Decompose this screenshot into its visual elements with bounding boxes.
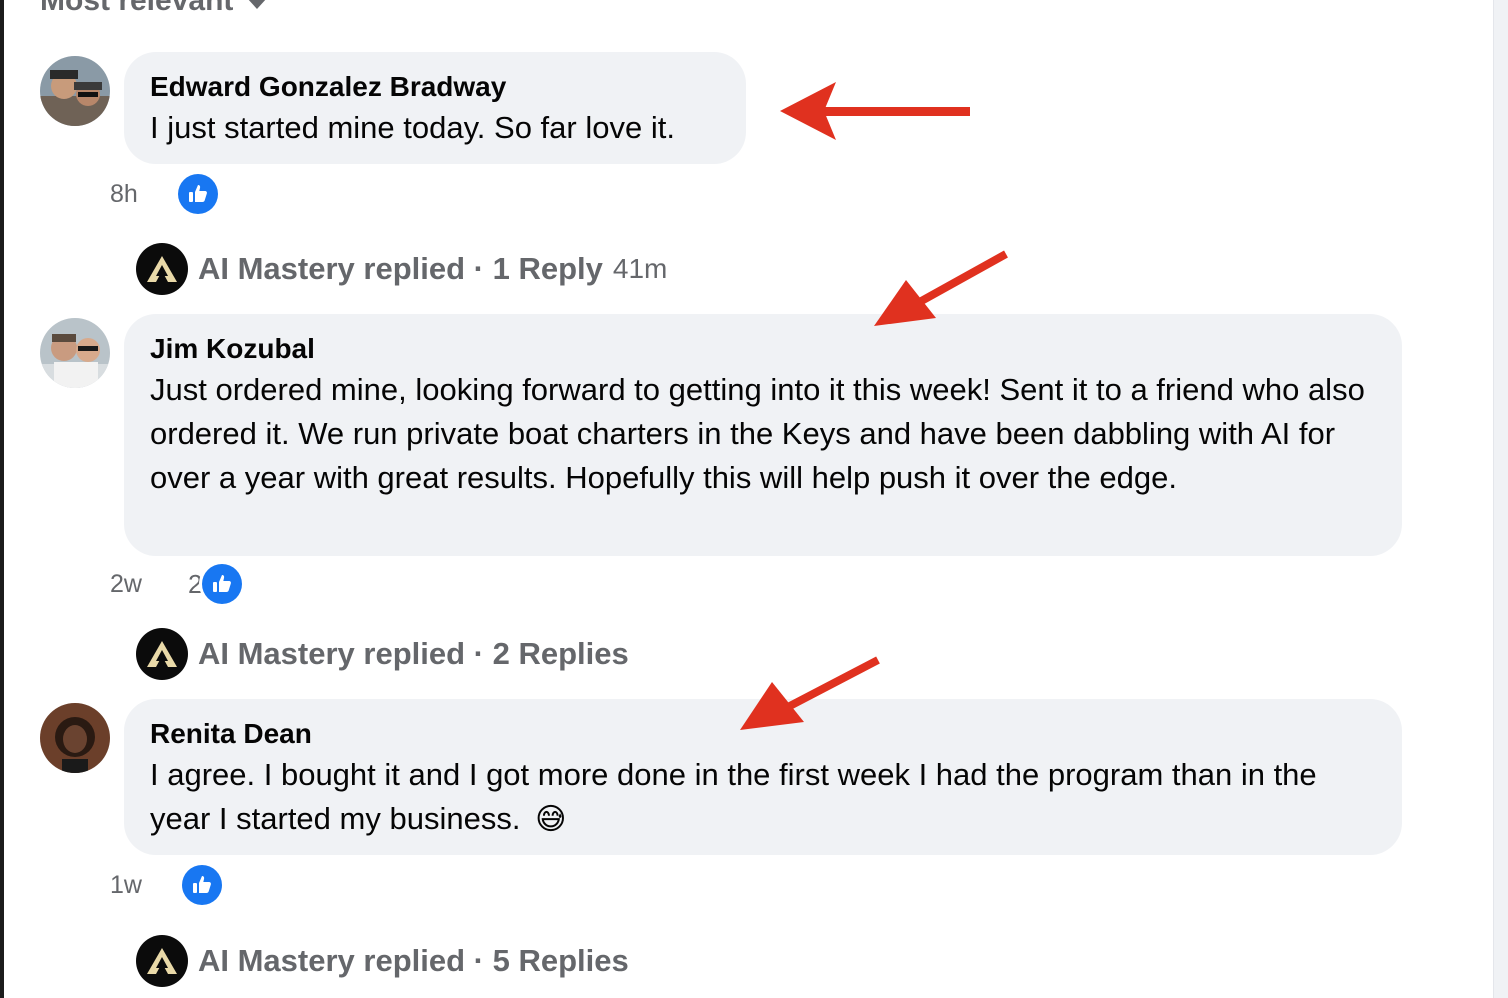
replies-link[interactable]: AI Mastery replied · 1 Reply 41m [136, 243, 667, 295]
thumbs-up-icon[interactable] [181, 865, 222, 905]
reply-summary[interactable]: AI Mastery replied · 5 Replies [198, 943, 629, 979]
comment-meta: 2w 2 [110, 564, 243, 604]
thumbs-up-icon[interactable] [202, 564, 243, 604]
reply-summary[interactable]: AI Mastery replied · 2 Replies [198, 636, 629, 672]
comment-author[interactable]: Jim Kozubal [150, 332, 1376, 366]
comment-bubble: Jim Kozubal Just ordered mine, looking f… [124, 314, 1402, 556]
reply-time: 41m [612, 253, 668, 284]
red-arrow-annotation [874, 250, 1008, 326]
comment-time[interactable]: 2w [110, 570, 142, 599]
replies-link[interactable]: AI Mastery replied · 5 Replies [136, 935, 639, 987]
avatar[interactable] [40, 318, 110, 388]
window-left-edge [0, 0, 4, 998]
grinning-sweat-emoji-icon: 😅 [535, 803, 567, 836]
comment-text: I agree. I bought it and I got more done… [150, 753, 1376, 842]
ai-mastery-logo-icon [136, 628, 188, 680]
caret-down-icon [247, 0, 268, 9]
scrollbar-track[interactable] [1493, 0, 1508, 998]
sort-label: Most relevant [40, 0, 234, 17]
comment-text: Just ordered mine, looking forward to ge… [150, 372, 1365, 495]
reply-summary[interactable]: AI Mastery replied · 1 Reply [198, 251, 603, 287]
red-arrow-annotation [780, 82, 970, 140]
comment-time[interactable]: 1w [110, 871, 142, 900]
comment-bubble: Edward Gonzalez Bradway I just started m… [124, 52, 746, 164]
red-arrow-annotation [740, 656, 880, 730]
sort-dropdown[interactable]: Most relevant [40, 0, 268, 18]
like-count[interactable]: 2 [188, 569, 202, 600]
comment-text-body: I agree. I bought it and I got more done… [150, 757, 1317, 836]
thumbs-up-icon[interactable] [177, 174, 218, 214]
replies-link[interactable]: AI Mastery replied · 2 Replies [136, 628, 639, 680]
comment-author[interactable]: Edward Gonzalez Bradway [150, 70, 720, 104]
avatar[interactable] [40, 703, 110, 773]
comment-time[interactable]: 8h [110, 180, 138, 209]
comment-meta: 8h [110, 174, 218, 214]
ai-mastery-logo-icon [136, 935, 188, 987]
avatar[interactable] [40, 56, 110, 126]
comment-meta: 1w [110, 865, 222, 905]
comment-text: I just started mine today. So far love i… [150, 110, 675, 145]
ai-mastery-logo-icon [136, 243, 188, 295]
